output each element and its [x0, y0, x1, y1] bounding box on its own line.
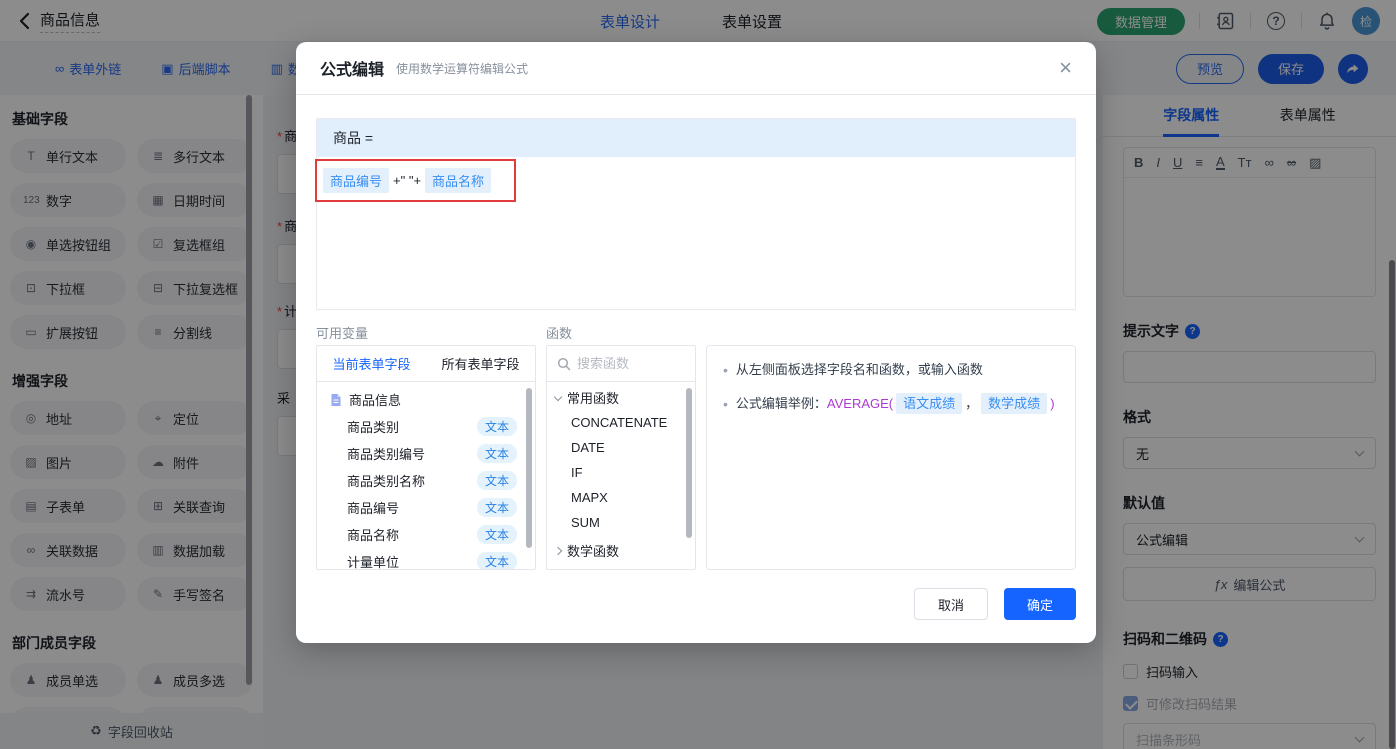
help-tip-2: 公式编辑举例：AVERAGE(语文成绩，数学成绩) — [736, 393, 1055, 415]
variables-panel: 当前表单字段 所有表单字段 商品信息 商品类别 文本 商品类别编号 文本 商品类别名… — [316, 345, 536, 570]
formula-operator: +" "+ — [393, 173, 422, 188]
field-chip[interactable]: 商品编号 — [323, 168, 390, 193]
formula-highlight-box: 商品编号 +" "+ 商品名称 — [315, 159, 516, 202]
function-item[interactable]: DATE — [547, 435, 695, 460]
search-icon — [557, 357, 571, 371]
formula-editor-dialog: 公式编辑 使用数学运算符编辑公式 × 商品 = 商品编号 +" "+ 商品名称 … — [296, 42, 1096, 643]
variables-root-node[interactable]: 商品信息 — [317, 382, 535, 413]
type-badge: 文本 — [476, 525, 517, 544]
example-function-name: AVERAGE( — [826, 396, 894, 411]
cancel-button[interactable]: 取消 — [913, 588, 988, 620]
function-search-input[interactable] — [577, 356, 672, 371]
dialog-title: 公式编辑 — [320, 62, 385, 79]
example-field-chip: 数学成绩 — [981, 393, 1048, 414]
function-item[interactable]: CONCATENATE — [547, 410, 695, 435]
variables-scrollbar[interactable] — [526, 388, 532, 548]
caret-right-icon — [553, 546, 563, 555]
type-badge: 文本 — [476, 471, 517, 490]
formula-input-area[interactable]: 商品 = 商品编号 +" "+ 商品名称 — [315, 118, 1076, 310]
functions-label: 函数 — [546, 326, 573, 341]
formula-help-panel: • 从左侧面板选择字段名和函数，或输入函数 • 公式编辑举例：AVERAGE(语文… — [706, 345, 1076, 570]
bullet-icon: • — [723, 396, 728, 412]
variable-row[interactable]: 商品类别名称 文本 — [317, 467, 535, 494]
bullet-icon: • — [723, 362, 728, 378]
type-badge: 文本 — [476, 552, 517, 569]
functions-scrollbar[interactable] — [686, 388, 692, 538]
tab-current-form-fields[interactable]: 当前表单字段 — [317, 346, 426, 381]
formula-target: 商品 = — [317, 119, 1075, 157]
function-item[interactable]: IF — [547, 460, 695, 485]
variable-row[interactable]: 商品名称 文本 — [317, 521, 535, 548]
function-group-text[interactable]: 文本函数 — [547, 563, 695, 569]
dialog-subtitle: 使用数学运算符编辑公式 — [396, 61, 529, 76]
variable-row[interactable]: 商品类别 文本 — [317, 413, 535, 440]
functions-panel: 常用函数 CONCATENATE DATE IF MAPX SUM 数学函数 文… — [546, 345, 696, 570]
variable-row[interactable]: 商品类别编号 文本 — [317, 440, 535, 467]
type-badge: 文本 — [476, 498, 517, 517]
type-badge: 文本 — [476, 444, 517, 463]
example-field-chip: 语文成绩 — [896, 393, 963, 414]
confirm-button[interactable]: 确定 — [1003, 588, 1076, 620]
help-tip-1: 从左侧面板选择字段名和函数，或输入函数 — [735, 362, 983, 377]
variable-row[interactable]: 计量单位 文本 — [317, 548, 535, 569]
document-icon — [331, 393, 341, 406]
function-item[interactable]: MAPX — [547, 485, 695, 510]
field-chip[interactable]: 商品名称 — [425, 168, 492, 193]
function-item[interactable]: SUM — [547, 510, 695, 535]
tab-all-form-fields[interactable]: 所有表单字段 — [426, 346, 535, 381]
function-group-math[interactable]: 数学函数 — [547, 535, 695, 563]
type-badge: 文本 — [476, 417, 517, 436]
function-group-common[interactable]: 常用函数 — [547, 382, 695, 410]
close-icon[interactable]: × — [1059, 57, 1072, 79]
variable-row[interactable]: 商品编号 文本 — [317, 494, 535, 521]
caret-down-icon — [553, 392, 563, 401]
variables-label: 可用变量 — [316, 326, 369, 341]
function-search[interactable] — [547, 346, 695, 382]
